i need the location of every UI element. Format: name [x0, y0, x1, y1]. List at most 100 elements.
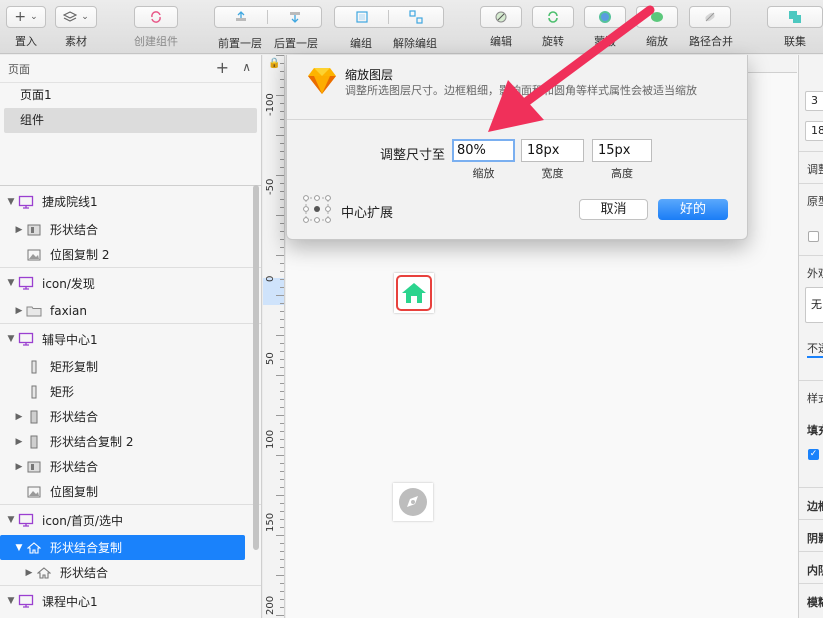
- ruler-tick: [280, 343, 284, 344]
- ruler-tick: [280, 367, 284, 368]
- layer-row[interactable]: ▶ 形状结合: [0, 217, 261, 242]
- edit-tool[interactable]: 编辑: [480, 6, 522, 49]
- shared-style-select[interactable]: 无: [805, 287, 823, 323]
- scale-tool[interactable]: 缩放: [636, 6, 678, 49]
- sync-icon: [151, 11, 161, 23]
- insert-button[interactable]: + ⌄: [6, 6, 46, 28]
- ruler-tick: [280, 551, 284, 552]
- mask-button[interactable]: [584, 6, 626, 28]
- width-input[interactable]: 18px: [521, 139, 584, 162]
- ruler-tick: [280, 431, 284, 432]
- disclosure-open-icon[interactable]: ▼: [4, 515, 18, 525]
- layer-artboard[interactable]: ▼ 捷成院线1: [0, 186, 261, 217]
- ruler-tick: [280, 463, 284, 464]
- page-item-1[interactable]: 页面1: [0, 83, 261, 108]
- backward-button[interactable]: [268, 10, 321, 24]
- layer-row[interactable]: 矩形: [0, 379, 261, 404]
- disclosure-open-icon[interactable]: ▼: [4, 197, 18, 207]
- artboard-icon: [18, 276, 34, 290]
- collapse-icon[interactable]: ∧: [242, 60, 251, 74]
- fill-checkbox[interactable]: ✓: [808, 449, 819, 460]
- disclosure-closed-icon[interactable]: ▶: [12, 225, 26, 235]
- create-symbol-button[interactable]: [134, 6, 178, 28]
- layer-artboard[interactable]: ▼ icon/发现: [0, 267, 261, 298]
- group-button[interactable]: [335, 10, 390, 24]
- x-position-field[interactable]: 3: [805, 91, 823, 111]
- layer-row[interactable]: ▶ 形状结合复制 2: [0, 429, 261, 454]
- layer-scrollbar[interactable]: [253, 185, 259, 550]
- inner-shadow-label[interactable]: 内阴: [807, 562, 823, 578]
- insert-tool[interactable]: + ⌄ 置入: [6, 6, 46, 49]
- disclosure-open-icon[interactable]: ▼: [12, 543, 26, 553]
- scale-origin-selector[interactable]: [303, 195, 331, 223]
- blur-label[interactable]: 模糊: [807, 594, 823, 610]
- ruler-label: 50: [265, 352, 276, 365]
- layer-row[interactable]: 矩形复制: [0, 354, 261, 379]
- mask-tool[interactable]: 蒙版: [584, 6, 626, 49]
- ungroup-label: 解除编组: [393, 37, 437, 50]
- disclosure-open-icon[interactable]: ▼: [4, 334, 18, 344]
- ruler-tick: [276, 295, 284, 296]
- rotate-button[interactable]: [532, 6, 574, 28]
- disclosure-closed-icon[interactable]: ▶: [12, 437, 26, 447]
- artboard-home-icon[interactable]: [394, 273, 434, 313]
- edit-button[interactable]: [480, 6, 522, 28]
- prototype-checkbox[interactable]: [808, 231, 819, 242]
- ruler-lock-icon[interactable]: 🔒: [268, 58, 280, 69]
- mask-icon: [599, 11, 611, 23]
- fill-label[interactable]: 填充: [807, 422, 823, 438]
- ruler-tick: [280, 503, 284, 504]
- combine-tool[interactable]: 路径合并: [689, 6, 733, 49]
- cancel-button[interactable]: 取消: [579, 199, 648, 220]
- ruler-tick: [280, 231, 284, 232]
- ruler-tick: [280, 423, 284, 424]
- layer-row[interactable]: ▼ 形状结合复制: [0, 535, 245, 560]
- opacity-slider[interactable]: [807, 356, 823, 358]
- symbol-tool[interactable]: ⌄ 素材: [55, 6, 97, 49]
- layer-row[interactable]: 位图复制: [0, 479, 261, 504]
- create-symbol-tool[interactable]: 创建组件: [134, 6, 178, 49]
- disclosure-open-icon[interactable]: ▼: [4, 278, 18, 288]
- disclosure-closed-icon[interactable]: ▶: [12, 412, 26, 422]
- ruler-tick: [280, 239, 284, 240]
- y-position-field[interactable]: 18: [805, 121, 823, 141]
- layer-label: 形状结合: [50, 410, 99, 424]
- disclosure-open-icon[interactable]: ▼: [4, 596, 18, 606]
- rotate-tool[interactable]: 旋转: [532, 6, 574, 49]
- combine-button[interactable]: [689, 6, 731, 28]
- artboard-discover-icon[interactable]: [393, 483, 433, 521]
- layer-artboard[interactable]: ▼ icon/首页/选中: [0, 504, 261, 535]
- scale-icon: [651, 12, 663, 22]
- union-button[interactable]: [767, 6, 823, 28]
- page-item-2[interactable]: 组件: [4, 108, 257, 133]
- layer-row[interactable]: ▶ 形状结合: [0, 404, 261, 429]
- disclosure-closed-icon[interactable]: ▶: [12, 306, 26, 316]
- layer-row[interactable]: ▶ 形状结合: [0, 454, 261, 479]
- shadow-label[interactable]: 阴影: [807, 530, 823, 546]
- disclosure-closed-icon[interactable]: ▶: [12, 462, 26, 472]
- layer-artboard[interactable]: ▼ 辅导中心1: [0, 323, 261, 354]
- layer-row[interactable]: ▶ faxian: [0, 298, 261, 323]
- symbol-button[interactable]: ⌄: [55, 6, 97, 28]
- layer-label: 形状结合复制: [50, 541, 123, 555]
- scale-input[interactable]: 80%: [452, 139, 515, 162]
- symbol-label: 素材: [65, 35, 87, 48]
- dialog-header: 缩放图层 调整所选图层尺寸。边框粗细，影响面积和圆角等样式属性会被适当缩放: [287, 55, 747, 120]
- group-segment: [334, 6, 444, 28]
- layer-row[interactable]: ▶ 形状结合: [0, 560, 261, 585]
- layer-artboard[interactable]: ▼ 课程中心1: [0, 585, 261, 616]
- union-tool[interactable]: 联集: [767, 6, 823, 49]
- scale-button[interactable]: [636, 6, 678, 28]
- vertical-ruler[interactable]: -100 -50 0 50 100 150 200: [263, 55, 285, 618]
- height-input[interactable]: 15px: [592, 139, 652, 162]
- forward-button[interactable]: [215, 10, 269, 24]
- border-label[interactable]: 边框: [807, 498, 823, 514]
- opacity-label: 不透: [807, 342, 823, 355]
- add-page-icon[interactable]: +: [216, 58, 229, 77]
- disclosure-closed-icon[interactable]: ▶: [22, 568, 36, 578]
- ruler-tick: [276, 375, 284, 376]
- divider: [799, 551, 823, 552]
- ok-button[interactable]: 好的: [658, 199, 728, 220]
- layer-row[interactable]: 位图复制 2: [0, 242, 261, 267]
- ungroup-button[interactable]: [389, 10, 443, 24]
